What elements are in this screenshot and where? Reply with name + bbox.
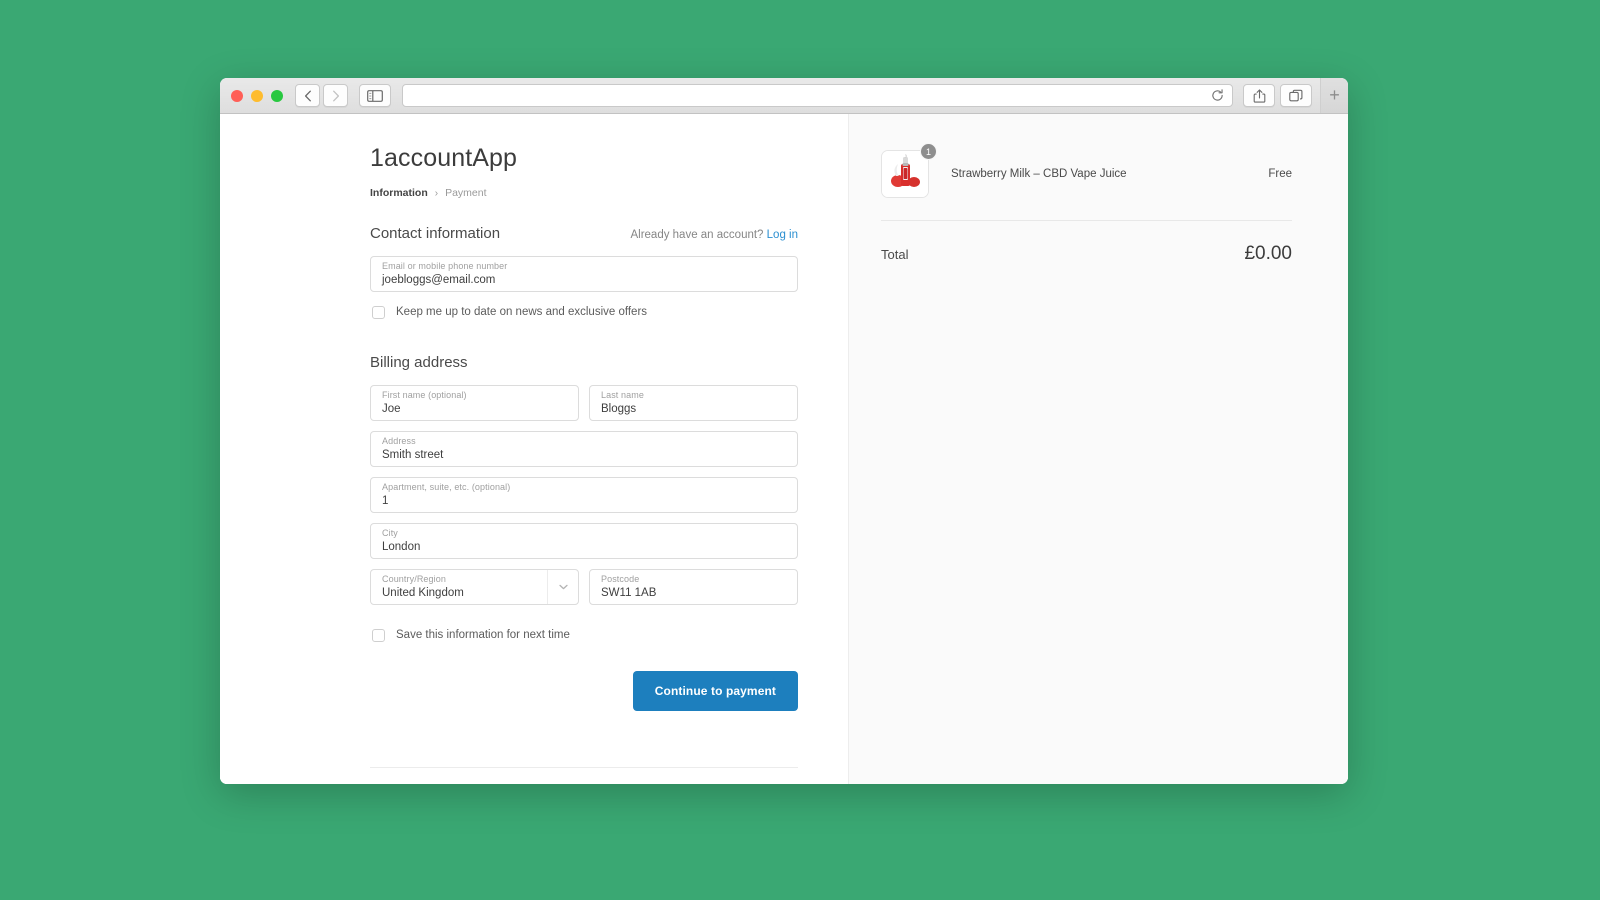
share-icon [1253, 88, 1265, 103]
toggle-sidebar-button[interactable] [359, 84, 391, 107]
postcode-field[interactable]: Postcode SW11 1AB [589, 569, 798, 605]
save-info-checkbox-row[interactable]: Save this information for next time [372, 625, 798, 645]
maximize-window-button[interactable] [271, 89, 283, 102]
back-button[interactable] [295, 84, 320, 107]
newsletter-checkbox-row[interactable]: Keep me up to date on news and exclusive… [372, 302, 798, 322]
new-tab-button[interactable]: + [1320, 78, 1348, 113]
chevron-right-icon: › [434, 187, 439, 199]
address-bar[interactable] [402, 84, 1233, 107]
login-prompt-text: Already have an account? [630, 229, 764, 241]
order-line-item: 1 Strawberry Milk – CBD Vape Juice Free [881, 143, 1292, 220]
checkout-main-column: 1accountApp Information › Payment Contac… [220, 114, 848, 784]
vape-bottle-icon [882, 151, 928, 197]
navigation-buttons [295, 84, 348, 107]
save-info-checkbox-label: Save this information for next time [396, 629, 570, 641]
minimize-window-button[interactable] [251, 89, 263, 102]
country-postcode-row: Country/Region United Kingdom Postcode S… [370, 569, 798, 615]
chevron-down-icon[interactable] [547, 570, 578, 604]
browser-window: + 1accountApp Information › Payment Cont… [220, 78, 1348, 784]
postcode-value: SW11 1AB [601, 587, 657, 599]
apartment-field[interactable]: Apartment, suite, etc. (optional) 1 [370, 477, 798, 513]
sidebar-button-group [359, 84, 391, 107]
email-field[interactable]: Email or mobile phone number joebloggs@e… [370, 256, 798, 292]
last-name-label: Last name [601, 390, 644, 400]
last-name-field[interactable]: Last name Bloggs [589, 385, 798, 421]
checkout-page: 1accountApp Information › Payment Contac… [220, 114, 1348, 784]
page-title: 1accountApp [370, 144, 518, 172]
browser-toolbar: + [220, 78, 1348, 114]
traffic-lights [231, 89, 283, 102]
contact-information-header: Contact information Already have an acco… [370, 225, 798, 242]
country-value: United Kingdom [382, 587, 464, 599]
country-label: Country/Region [382, 574, 446, 584]
save-info-checkbox[interactable] [372, 628, 385, 642]
city-field[interactable]: City London [370, 523, 798, 559]
product-price: Free [1268, 168, 1292, 180]
order-total-value: £0.00 [1244, 243, 1292, 264]
country-select[interactable]: Country/Region United Kingdom [370, 569, 579, 605]
order-total-row: Total £0.00 [881, 221, 1292, 265]
breadcrumb-payment: Payment [445, 187, 487, 199]
close-window-button[interactable] [231, 89, 243, 102]
breadcrumb: Information › Payment [370, 187, 798, 199]
forward-button[interactable] [323, 84, 348, 107]
email-field-label: Email or mobile phone number [382, 261, 508, 271]
first-name-field[interactable]: First name (optional) Joe [370, 385, 579, 421]
last-name-value: Bloggs [601, 403, 637, 415]
login-prompt: Already have an account? Log in [630, 229, 798, 241]
contact-information-title: Contact information [370, 225, 501, 242]
share-button[interactable] [1243, 84, 1275, 107]
name-fields-row: First name (optional) Joe Last name Blog… [370, 385, 798, 431]
order-total-label: Total [881, 246, 909, 262]
tabs-overview-icon [1289, 89, 1303, 101]
city-value: London [382, 541, 421, 553]
sidebar-icon [367, 89, 383, 102]
first-name-label: First name (optional) [382, 390, 467, 400]
newsletter-checkbox-label: Keep me up to date on news and exclusive… [396, 306, 648, 318]
address-field[interactable]: Address Smith street [370, 431, 798, 467]
breadcrumb-information[interactable]: Information [370, 187, 428, 199]
reload-icon[interactable] [1211, 89, 1224, 102]
address-value: Smith street [382, 449, 444, 461]
continue-to-payment-button[interactable]: Continue to payment [632, 671, 798, 711]
product-thumbnail-wrap: 1 [881, 143, 937, 198]
footer-text: All rights reserved 1accountApp [370, 767, 798, 784]
toolbar-right-buttons [1243, 84, 1312, 107]
first-name-value: Joe [382, 403, 401, 415]
tab-overview-button[interactable] [1280, 84, 1312, 107]
form-actions: Continue to payment [370, 671, 798, 711]
newsletter-checkbox[interactable] [372, 305, 385, 319]
log-in-link[interactable]: Log in [767, 229, 798, 241]
apartment-label: Apartment, suite, etc. (optional) [382, 482, 511, 492]
chevron-left-icon [304, 90, 311, 101]
order-summary-panel: 1 Strawberry Milk – CBD Vape Juice Free … [848, 114, 1348, 784]
billing-address-title: Billing address [370, 354, 468, 371]
product-name: Strawberry Milk – CBD Vape Juice [951, 168, 1127, 180]
email-field-value: joebloggs@email.com [382, 274, 496, 286]
address-label: Address [382, 436, 416, 446]
chevron-right-icon [332, 90, 339, 101]
city-label: City [382, 528, 398, 538]
quantity-badge: 1 [920, 143, 937, 160]
apartment-value: 1 [382, 495, 389, 507]
postcode-label: Postcode [601, 574, 640, 584]
